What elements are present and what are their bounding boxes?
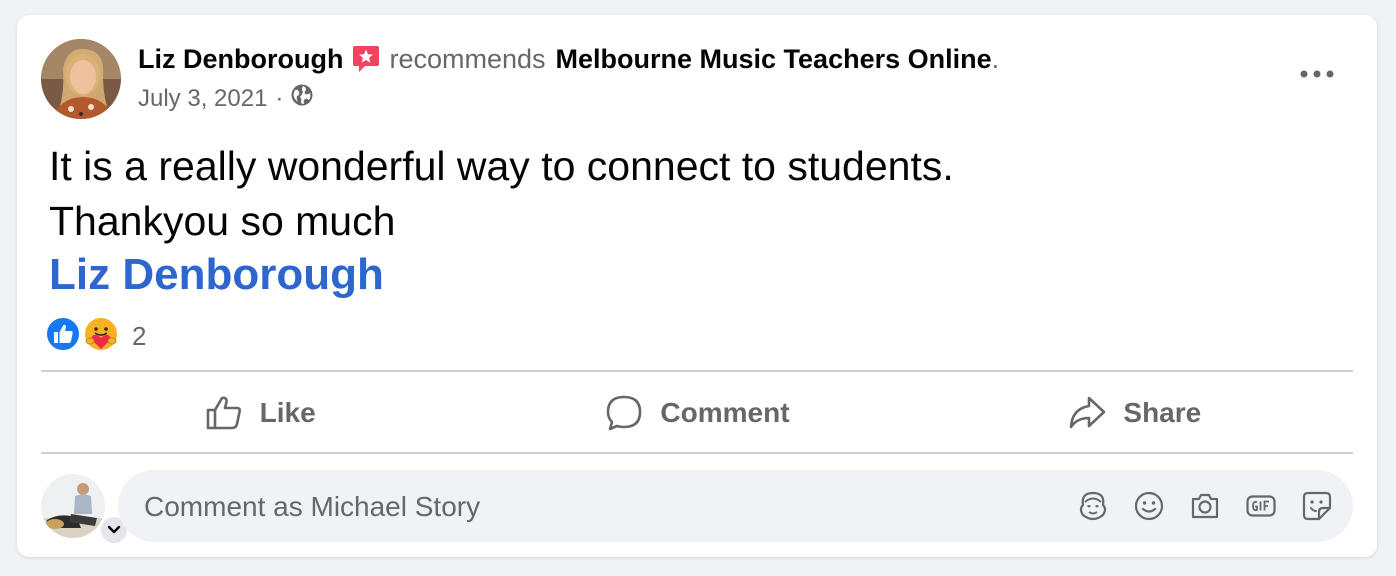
post-date[interactable]: July 3, 2021 bbox=[138, 84, 267, 114]
share-label: Share bbox=[1123, 397, 1202, 428]
post-meta: July 3, 2021 · bbox=[138, 83, 314, 115]
share-button[interactable]: Share bbox=[916, 373, 1353, 453]
post-body-line: Thankyou so much bbox=[49, 198, 396, 244]
globe-icon[interactable] bbox=[290, 83, 314, 115]
share-arrow-icon bbox=[1070, 396, 1106, 429]
composer-toolbar bbox=[1057, 470, 1337, 542]
page-name-link[interactable]: Melbourne Music Teachers Online bbox=[556, 43, 992, 75]
like-button[interactable]: Like bbox=[41, 373, 478, 453]
recommend-star-icon bbox=[351, 44, 381, 74]
sticker-icon[interactable] bbox=[1297, 486, 1337, 526]
divider bbox=[41, 452, 1353, 454]
like-reaction-icon bbox=[44, 315, 82, 358]
header-period: . bbox=[991, 44, 1000, 74]
meta-separator: · bbox=[275, 85, 284, 112]
comment-label: Comment bbox=[660, 397, 790, 428]
action-bar: Like Comment Share bbox=[41, 373, 1353, 453]
divider bbox=[41, 370, 1353, 372]
emoji-icon[interactable] bbox=[1129, 486, 1169, 526]
thumbs-up-icon bbox=[206, 396, 241, 430]
gif-icon[interactable] bbox=[1241, 486, 1281, 526]
camera-icon[interactable] bbox=[1185, 486, 1225, 526]
reaction-count: 2 bbox=[132, 321, 147, 351]
comment-input[interactable] bbox=[142, 470, 1026, 544]
post-body: It is a really wonderful way to connect … bbox=[49, 139, 954, 249]
care-reaction-icon bbox=[82, 315, 120, 358]
comment-bubble-icon bbox=[607, 395, 642, 431]
comment-button[interactable]: Comment bbox=[478, 373, 915, 453]
avatar-sticker-icon[interactable] bbox=[1073, 486, 1113, 526]
post-header: Liz Denborough recommends Melbourne Musi… bbox=[138, 43, 999, 75]
commenter-avatar[interactable] bbox=[41, 474, 105, 538]
comment-composer bbox=[118, 470, 1353, 544]
like-label: Like bbox=[259, 397, 316, 428]
recommends-text: recommends bbox=[389, 44, 546, 74]
reactions-summary[interactable]: 2 bbox=[44, 315, 146, 358]
author-name[interactable]: Liz Denborough bbox=[138, 43, 343, 75]
mention-link[interactable]: Liz Denborough bbox=[49, 247, 384, 302]
more-options-icon[interactable] bbox=[1297, 59, 1337, 89]
author-avatar[interactable] bbox=[41, 39, 121, 119]
post-card: Liz Denborough recommends Melbourne Musi… bbox=[17, 15, 1377, 557]
post-body-line: It is a really wonderful way to connect … bbox=[49, 143, 954, 189]
